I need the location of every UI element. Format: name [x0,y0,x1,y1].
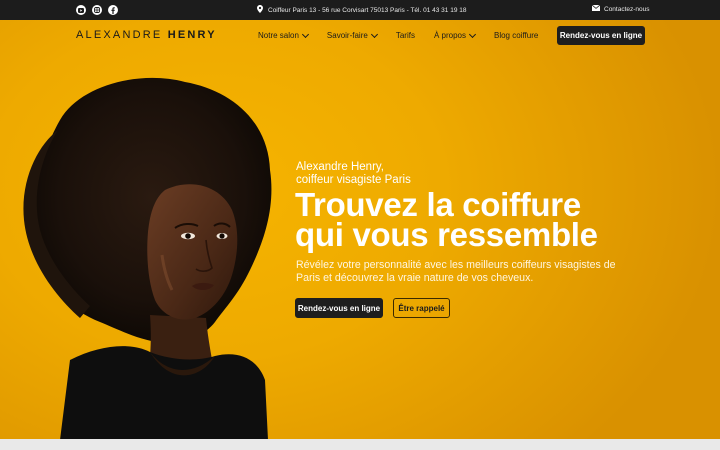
contact-link[interactable]: Contactez-nous [591,4,650,13]
header-appointment-button[interactable]: Rendez-vous en ligne [557,26,645,45]
appointment-button[interactable]: Rendez-vous en ligne [295,298,383,318]
woman-portrait-image [23,77,272,439]
site-logo[interactable]: ALEXANDRE HENRY [76,29,217,41]
hero-kicker: Alexandre Henry, coiffeur visagiste Pari… [296,161,411,186]
top-bar: Coiffeur Paris 13 - 56 rue Corvisart 750… [0,0,720,20]
instagram-icon[interactable] [92,5,102,15]
hero-description: Révélez votre personnalité avec les meil… [296,259,616,284]
chevron-down-icon [468,30,477,38]
logo-first-name: ALEXANDRE [76,29,163,41]
nav-item-savoir-faire[interactable]: Savoir-faire [326,30,378,40]
nav-item-blog-coiffure[interactable]: Blog coiffure [494,31,538,40]
facebook-icon[interactable] [108,5,118,15]
nav-label: Notre salon [258,31,299,40]
chevron-down-icon [301,30,309,38]
nav-label: À propos [433,31,466,40]
contact-label: Contactez-nous [604,5,650,13]
nav-label: Tarifs [395,31,415,40]
nav-item-tarifs[interactable]: Tarifs [396,31,415,40]
nav-label: Blog coiffure [493,31,539,40]
main-nav: Notre salon Savoir-faire Tarifs À propos… [258,30,538,40]
headline-line-2: qui vous ressemble [295,216,598,253]
youtube-icon[interactable] [76,5,86,15]
location-pin-icon [257,5,263,15]
nav-label: Savoir-faire [326,31,368,40]
logo-last-name: HENRY [167,29,217,41]
address-text: Coiffeur Paris 13 - 56 rue Corvisart 750… [268,6,467,14]
address-info: Coiffeur Paris 13 - 56 rue Corvisart 750… [257,5,466,15]
envelope-icon [591,4,601,13]
social-links [76,5,118,15]
kicker-line-2: coiffeur visagiste Paris [296,173,411,186]
chevron-down-icon [370,30,378,38]
nav-item-notre-salon[interactable]: Notre salon [258,30,309,40]
hero-section: ALEXANDRE HENRY Notre salon Savoir-faire… [0,20,720,439]
callback-button[interactable]: Être rappelé [393,298,450,318]
hero-headline: Trouvez la coiffure qui vous ressemble [295,188,598,253]
page-bottom-strip [0,439,720,450]
kicker-line-1: Alexandre Henry, [296,161,384,173]
nav-item-a-propos[interactable]: À propos [433,30,477,40]
